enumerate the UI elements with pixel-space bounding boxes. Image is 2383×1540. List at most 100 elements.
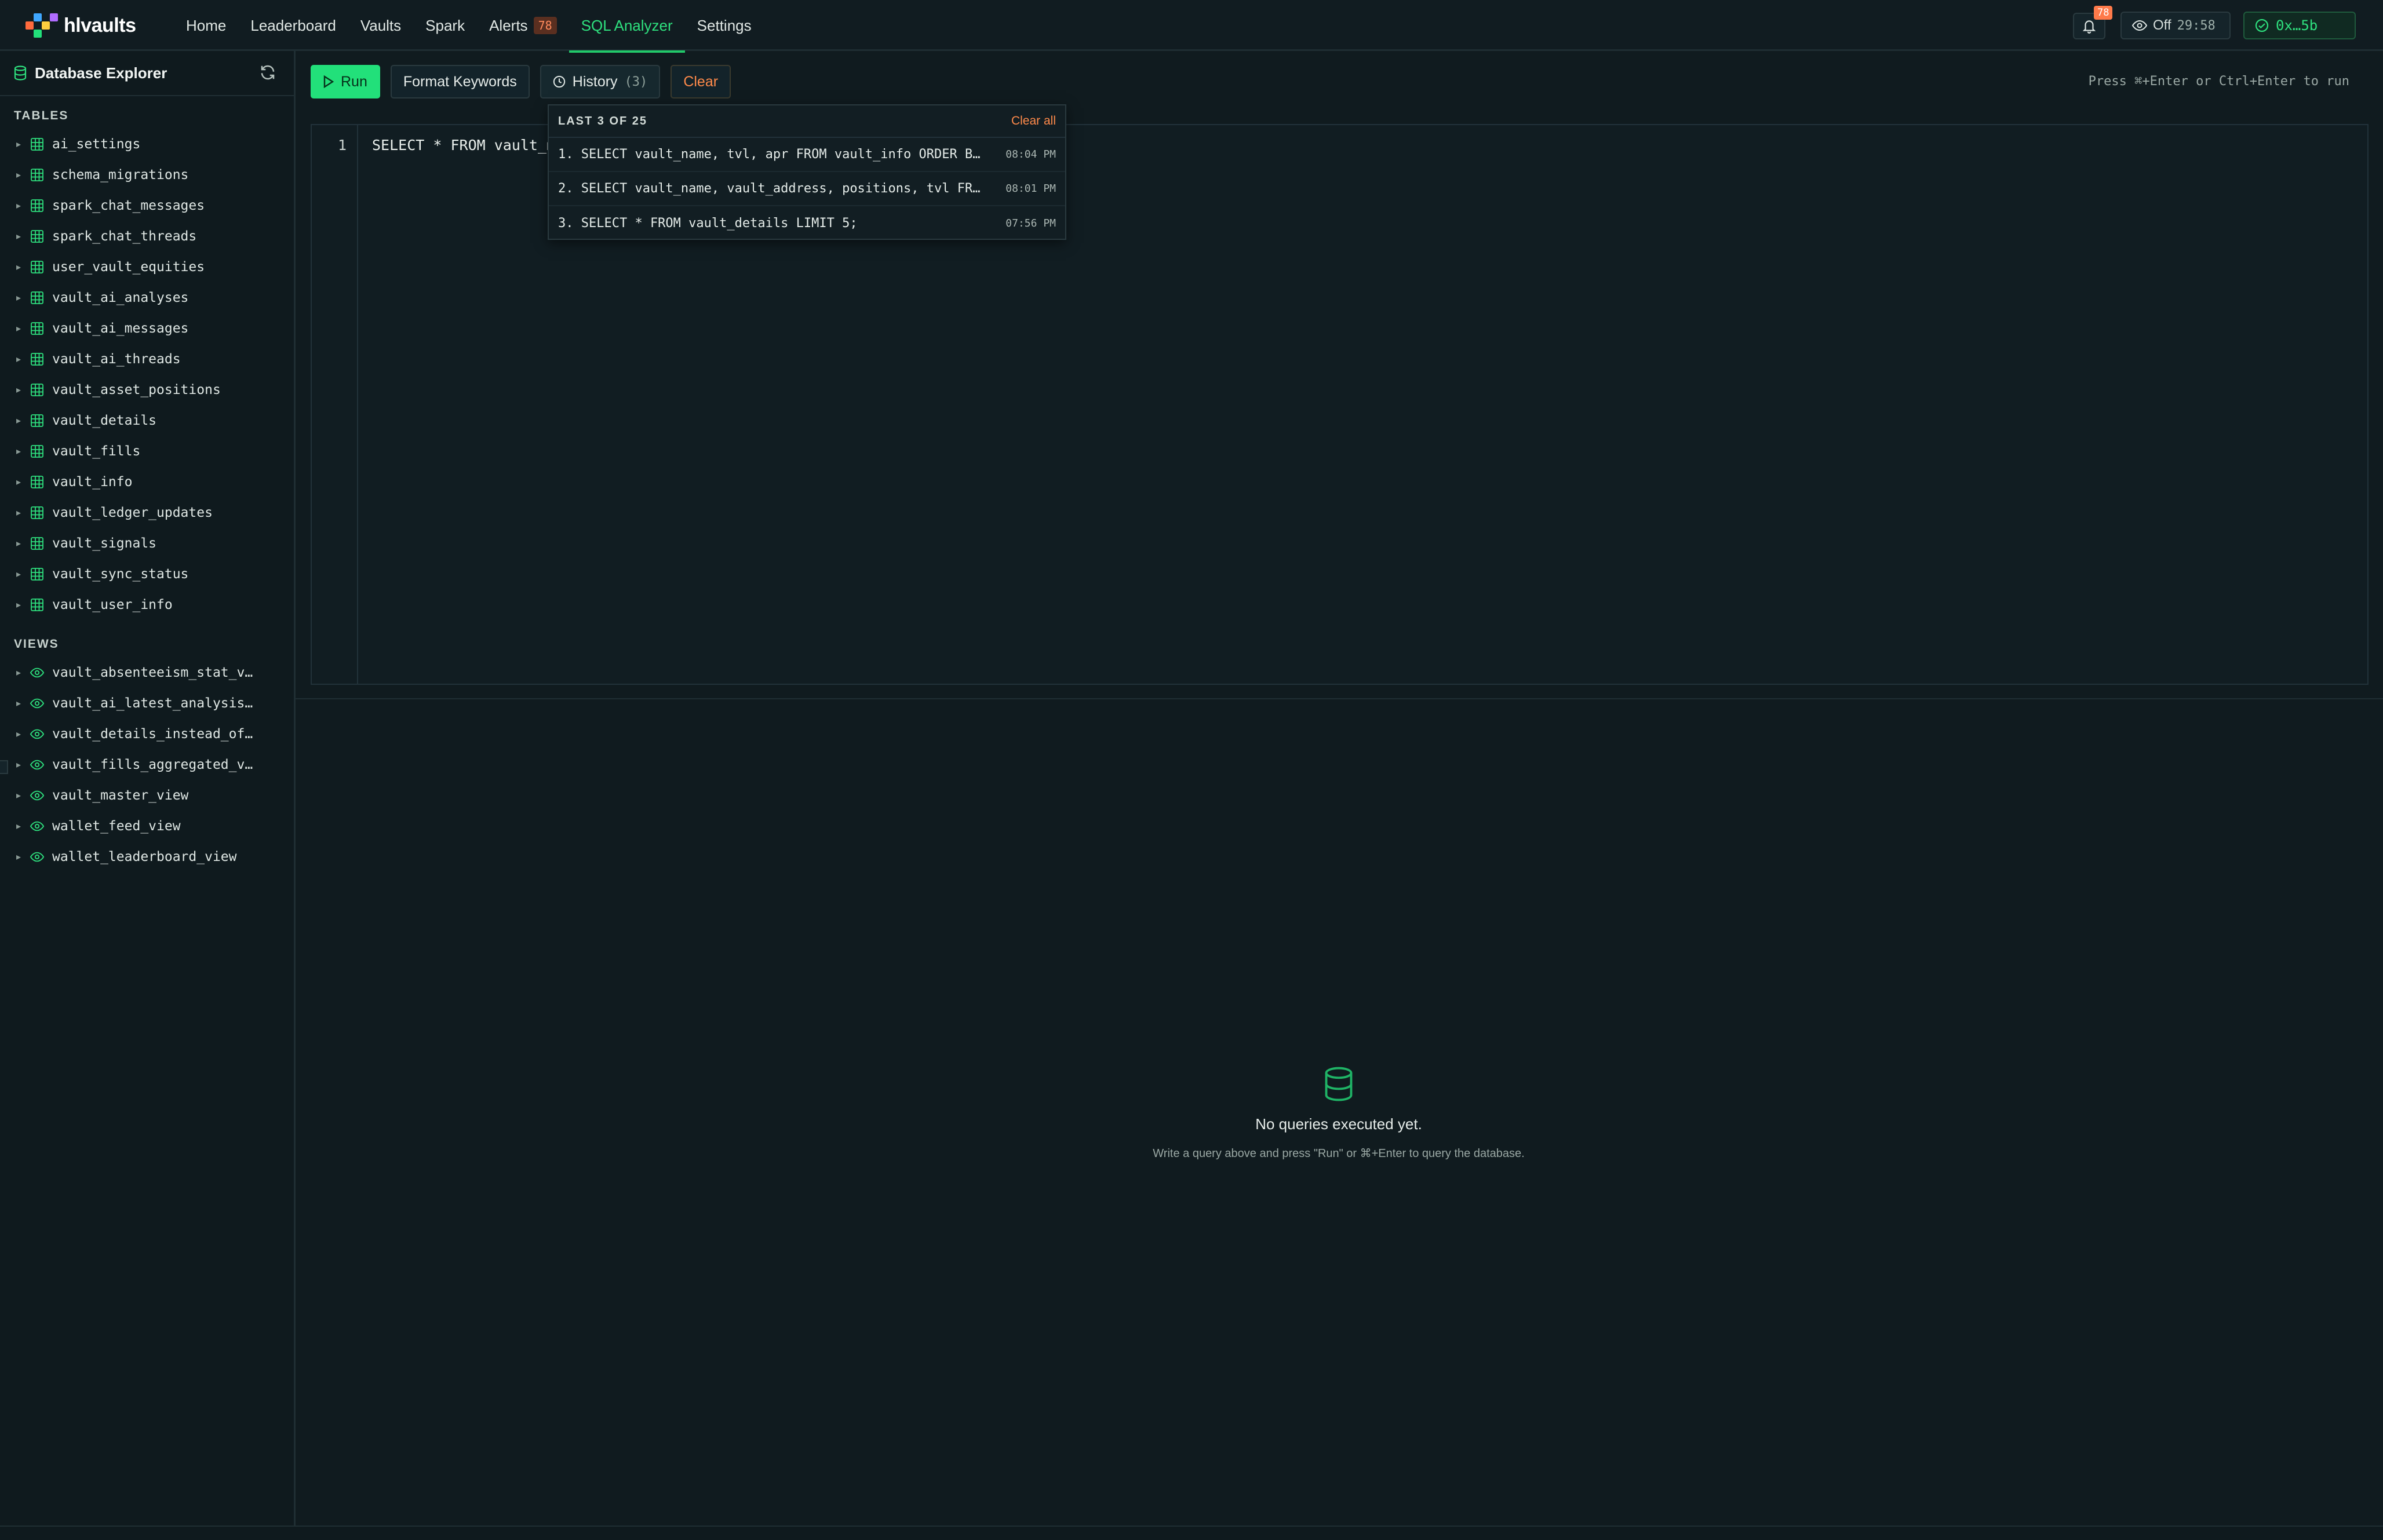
sidebar-table-item[interactable]: ▸ spark_chat_messages [0, 190, 294, 221]
history-item[interactable]: 2. SELECT vault_name, vault_address, pos… [549, 172, 1065, 206]
history-query: 1. SELECT vault_name, tvl, apr FROM vaul… [558, 147, 987, 162]
sidebar-table-item[interactable]: ▸ vault_info [0, 466, 294, 497]
sidebar-table-item[interactable]: ▸ vault_ledger_updates [0, 497, 294, 528]
sidebar-table-item[interactable]: ▸ vault_details [0, 405, 294, 436]
expand-caret-icon[interactable]: ▸ [16, 728, 22, 740]
format-keywords-button[interactable]: Format Keywords [390, 65, 530, 98]
expand-caret-icon[interactable]: ▸ [16, 538, 22, 549]
expand-caret-icon[interactable]: ▸ [16, 820, 22, 832]
nav-home[interactable]: Home [174, 0, 238, 51]
history-item[interactable]: 3. SELECT * FROM vault_details LIMIT 5; … [549, 206, 1065, 240]
expand-caret-icon[interactable]: ▸ [16, 415, 22, 426]
expand-caret-icon[interactable]: ▸ [16, 698, 22, 709]
top-navbar: hlvaults Home Leaderboard Vaults Spark A… [0, 0, 2383, 53]
history-query: 3. SELECT * FROM vault_details LIMIT 5; [558, 216, 858, 231]
views-list: ▸ vault_absenteeism_stat_vi… ▸ vault_ai_lat… [0, 657, 294, 872]
expand-caret-icon[interactable]: ▸ [16, 138, 22, 150]
views-heading: VIEWS [14, 637, 59, 651]
expand-caret-icon[interactable]: ▸ [16, 446, 22, 457]
expand-caret-icon[interactable]: ▸ [16, 667, 22, 678]
sidebar-table-item[interactable]: ▸ vault_signals [0, 528, 294, 559]
history-button-label: History [572, 73, 618, 90]
table-name: vault_ai_messages [52, 320, 189, 336]
sidebar-view-item[interactable]: ▸ vault_details_instead_of_… [0, 718, 294, 749]
sidebar-table-item[interactable]: ▸ vault_asset_positions [0, 374, 294, 405]
notifications-badge: 78 [2094, 6, 2113, 20]
sidebar-view-item[interactable]: ▸ wallet_leaderboard_view [0, 841, 294, 872]
expand-caret-icon[interactable]: ▸ [16, 353, 22, 365]
run-button[interactable]: Run [311, 65, 380, 98]
table-name: spark_chat_threads [52, 228, 197, 244]
expand-caret-icon[interactable]: ▸ [16, 231, 22, 242]
run-button-label: Run [341, 73, 367, 90]
watch-toggle-button[interactable]: Off 29:58 [2120, 12, 2231, 39]
table-icon [31, 383, 43, 396]
brand-logo[interactable]: hlvaults [25, 13, 136, 38]
eye-icon [30, 698, 44, 708]
expand-caret-icon[interactable]: ▸ [16, 759, 22, 771]
clear-button-label: Clear [683, 73, 719, 90]
database-icon [1325, 1067, 1353, 1101]
table-icon [31, 567, 43, 581]
expand-caret-icon[interactable]: ▸ [16, 599, 22, 611]
sidebar-view-item[interactable]: ▸ vault_absenteeism_stat_vi… [0, 657, 294, 688]
sidebar-table-item[interactable]: ▸ vault_user_info [0, 589, 294, 620]
expand-caret-icon[interactable]: ▸ [16, 169, 22, 181]
clear-button[interactable]: Clear [671, 65, 731, 98]
table-icon [31, 444, 43, 458]
clear-all-history-button[interactable]: Clear all [1011, 114, 1056, 128]
history-item[interactable]: 1. SELECT vault_name, tvl, apr FROM vaul… [549, 138, 1065, 172]
expand-caret-icon[interactable]: ▸ [16, 476, 22, 488]
table-name: vault_asset_positions [52, 382, 221, 397]
nav-alerts[interactable]: Alerts 78 [477, 0, 569, 51]
expand-caret-icon[interactable]: ▸ [16, 851, 22, 863]
sidebar-table-item[interactable]: ▸ schema_migrations [0, 159, 294, 190]
check-circle-icon [2255, 19, 2269, 32]
sidebar-table-item[interactable]: ▸ vault_sync_status [0, 559, 294, 589]
eye-icon [30, 760, 44, 769]
sidebar-collapse-handle[interactable] [0, 760, 8, 774]
sidebar-view-item[interactable]: ▸ vault_master_view [0, 780, 294, 811]
view-name: vault_ai_latest_analysis_… [52, 695, 261, 711]
expand-caret-icon[interactable]: ▸ [16, 323, 22, 334]
sidebar-table-item[interactable]: ▸ vault_fills [0, 436, 294, 466]
table-name: vault_ai_analyses [52, 290, 189, 305]
table-icon [31, 537, 43, 550]
expand-caret-icon[interactable]: ▸ [16, 261, 22, 273]
expand-caret-icon[interactable]: ▸ [16, 200, 22, 211]
refresh-icon[interactable] [259, 64, 276, 81]
expand-caret-icon[interactable]: ▸ [16, 384, 22, 396]
nav-spark[interactable]: Spark [413, 0, 477, 51]
database-icon [14, 65, 27, 81]
clock-icon [553, 75, 565, 88]
empty-state-subtitle: Write a query above and press "Run" or ⌘… [1153, 1147, 1525, 1160]
notifications-button[interactable]: 78 [2073, 6, 2113, 39]
sidebar-table-item[interactable]: ▸ user_vault_equities [0, 251, 294, 282]
expand-caret-icon[interactable]: ▸ [16, 292, 22, 304]
nav-settings[interactable]: Settings [685, 0, 764, 51]
nav-leaderboard[interactable]: Leaderboard [238, 0, 348, 51]
sidebar-table-item[interactable]: ▸ vault_ai_analyses [0, 282, 294, 313]
history-button[interactable]: History (3) [540, 65, 661, 98]
view-name: vault_details_instead_of_… [52, 726, 261, 742]
sidebar-table-item[interactable]: ▸ vault_ai_threads [0, 344, 294, 374]
table-icon [31, 291, 43, 304]
table-icon [31, 137, 43, 151]
expand-caret-icon[interactable]: ▸ [16, 790, 22, 801]
sidebar-view-item[interactable]: ▸ wallet_feed_view [0, 811, 294, 841]
code-text[interactable]: SELECT * FROM vault_m [372, 137, 555, 154]
wallet-button[interactable]: 0x…5b [2243, 12, 2356, 39]
sidebar-view-item[interactable]: ▸ vault_ai_latest_analysis_… [0, 688, 294, 718]
sidebar-table-item[interactable]: ▸ vault_ai_messages [0, 313, 294, 344]
expand-caret-icon[interactable]: ▸ [16, 568, 22, 580]
sidebar-view-item[interactable]: ▸ vault_fills_aggregated_vi… [0, 749, 294, 780]
nav-vaults[interactable]: Vaults [348, 0, 413, 51]
table-icon [31, 229, 43, 243]
run-shortcut-hint: Press ⌘+Enter or Ctrl+Enter to run [2088, 74, 2349, 89]
sidebar-table-item[interactable]: ▸ ai_settings [0, 129, 294, 159]
expand-caret-icon[interactable]: ▸ [16, 507, 22, 519]
empty-state-title: No queries executed yet. [1255, 1115, 1422, 1133]
editor-results-divider[interactable] [296, 698, 2383, 699]
nav-sql-analyzer[interactable]: SQL Analyzer [569, 0, 685, 53]
sidebar-table-item[interactable]: ▸ spark_chat_threads [0, 221, 294, 251]
